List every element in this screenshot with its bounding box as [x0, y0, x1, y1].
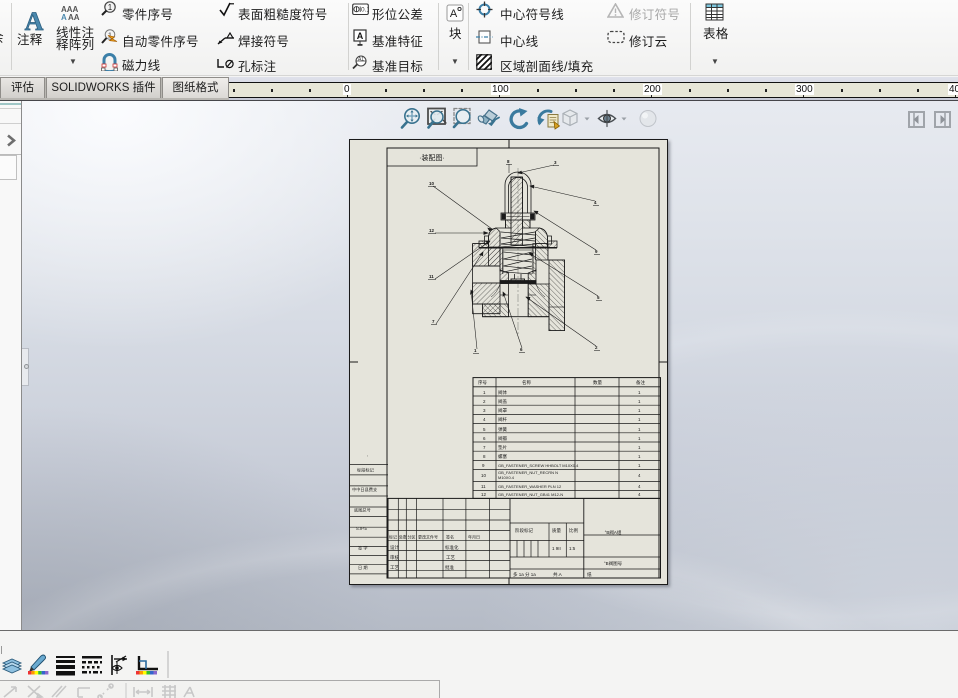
svg-text:标段标记: 标段标记	[357, 467, 375, 474]
svg-text:1: 1	[638, 463, 641, 468]
svg-text:5: 5	[597, 295, 600, 300]
svg-text:2: 2	[483, 399, 486, 404]
svg-text:AA: AA	[68, 13, 80, 20]
svg-text:阀体: 阀体	[498, 389, 507, 396]
svg-text:阀杆: 阀杆	[498, 416, 507, 423]
svg-text:GB_FASTENER_WASHER PLN 12: GB_FASTENER_WASHER PLN 12	[498, 484, 562, 489]
svg-text:1: 1	[483, 390, 486, 395]
svg-text:2: 2	[595, 345, 598, 350]
svg-text:标准化: 标准化	[445, 544, 459, 551]
svg-text:1: 1	[638, 454, 641, 459]
svg-text:0.1: 0.1	[361, 7, 369, 14]
svg-text:签名: 签名	[446, 534, 454, 540]
svg-text:4: 4	[483, 417, 486, 422]
svg-text:3: 3	[554, 160, 557, 165]
svg-text:1: 1	[638, 390, 641, 395]
svg-text:11: 11	[429, 274, 434, 279]
svg-text:质量: 质量	[552, 527, 561, 534]
svg-text:1: 1	[638, 408, 641, 413]
svg-text:9: 9	[482, 463, 485, 468]
svg-text:工艺: 工艺	[446, 555, 455, 560]
svg-text:阀罩: 阀罩	[498, 407, 507, 414]
svg-text:10: 10	[481, 473, 487, 478]
svg-text:6: 6	[483, 436, 486, 441]
svg-text:S.IP.5: S.IP.5	[356, 526, 368, 531]
svg-text:5: 5	[483, 427, 486, 432]
svg-text:1:5: 1:5	[569, 546, 576, 551]
svg-text:GB_FASTENER_NUT_GB41 M12-N: GB_FASTENER_NUT_GB41 M12-N	[498, 492, 563, 497]
svg-text:1: 1	[108, 3, 113, 12]
svg-text:批准: 批准	[445, 564, 454, 571]
svg-text:1: 1	[474, 348, 477, 353]
svg-text:6: 6	[520, 347, 523, 352]
svg-text:垫片: 垫片	[498, 444, 507, 451]
svg-text:弹簧: 弹簧	[498, 426, 507, 433]
svg-text:12: 12	[481, 492, 487, 497]
svg-text:签 字: 签 字	[358, 544, 368, 550]
svg-text:阀瓣: 阀瓣	[498, 435, 507, 442]
svg-text:标记: 标记	[389, 534, 397, 540]
svg-text:纸: 纸	[587, 571, 592, 578]
svg-text:°B阀A组: °B阀A组	[605, 529, 622, 536]
svg-text:7: 7	[483, 445, 486, 450]
svg-text:处数: 处数	[399, 534, 407, 540]
svg-text:设计: 设计	[390, 544, 399, 551]
svg-text:备注: 备注	[636, 379, 645, 386]
svg-text:中中日县费支: 中中日县费支	[352, 486, 378, 493]
svg-text:审核: 审核	[390, 554, 399, 561]
svg-text:多 1a 分 1a: 多 1a 分 1a	[513, 571, 536, 578]
svg-text:分区: 分区	[408, 534, 416, 540]
svg-text:序号: 序号	[478, 379, 487, 386]
svg-text:底图总号: 底图总号	[354, 507, 371, 514]
svg-text:A: A	[450, 8, 458, 20]
svg-text:阶段标记: 阶段标记	[515, 527, 533, 534]
svg-text:更改文件号: 更改文件号	[418, 534, 438, 540]
svg-text:11: 11	[481, 484, 486, 489]
svg-text:1 9II: 1 9II	[552, 546, 561, 551]
svg-text:1: 1	[638, 445, 641, 450]
svg-text:,: ,	[367, 452, 368, 457]
svg-text:阀盖: 阀盖	[498, 398, 507, 405]
svg-text:10: 10	[429, 181, 435, 186]
svg-text:A: A	[357, 31, 364, 41]
svg-text:°B阀图号: °B阀图号	[604, 560, 623, 567]
svg-text:4: 4	[638, 484, 641, 489]
svg-text:·装配图·: ·装配图·	[419, 153, 445, 162]
svg-text:日 期: 日 期	[358, 565, 368, 571]
svg-text:比例: 比例	[569, 527, 578, 534]
svg-text:名称: 名称	[522, 379, 531, 386]
svg-text:3: 3	[483, 408, 486, 413]
svg-text:4: 4	[594, 200, 597, 205]
svg-text:9: 9	[595, 249, 598, 254]
svg-text:1: 1	[638, 417, 641, 422]
svg-text:工艺: 工艺	[390, 565, 399, 570]
svg-text:A1: A1	[358, 57, 364, 63]
svg-text:M10X0.4: M10X0.4	[498, 475, 515, 480]
svg-text:1: 1	[638, 436, 641, 441]
svg-text:8: 8	[507, 159, 510, 164]
svg-text:7: 7	[432, 319, 435, 324]
svg-text:1: 1	[638, 399, 641, 404]
svg-text:A: A	[61, 13, 67, 20]
svg-text:12: 12	[429, 228, 435, 233]
svg-text:GB_FASTENER_SCREW HHBOLT M10X0: GB_FASTENER_SCREW HHBOLT M10X0.4	[498, 463, 579, 468]
svg-text:4: 4	[638, 492, 641, 497]
svg-text:共.A: 共.A	[553, 571, 562, 578]
svg-text:1: 1	[638, 427, 641, 432]
svg-text:8: 8	[483, 454, 486, 459]
svg-text:螺塞: 螺塞	[498, 453, 507, 460]
svg-text:数量: 数量	[593, 379, 602, 386]
svg-text:4: 4	[638, 473, 641, 478]
svg-text:年月日: 年月日	[468, 534, 480, 540]
